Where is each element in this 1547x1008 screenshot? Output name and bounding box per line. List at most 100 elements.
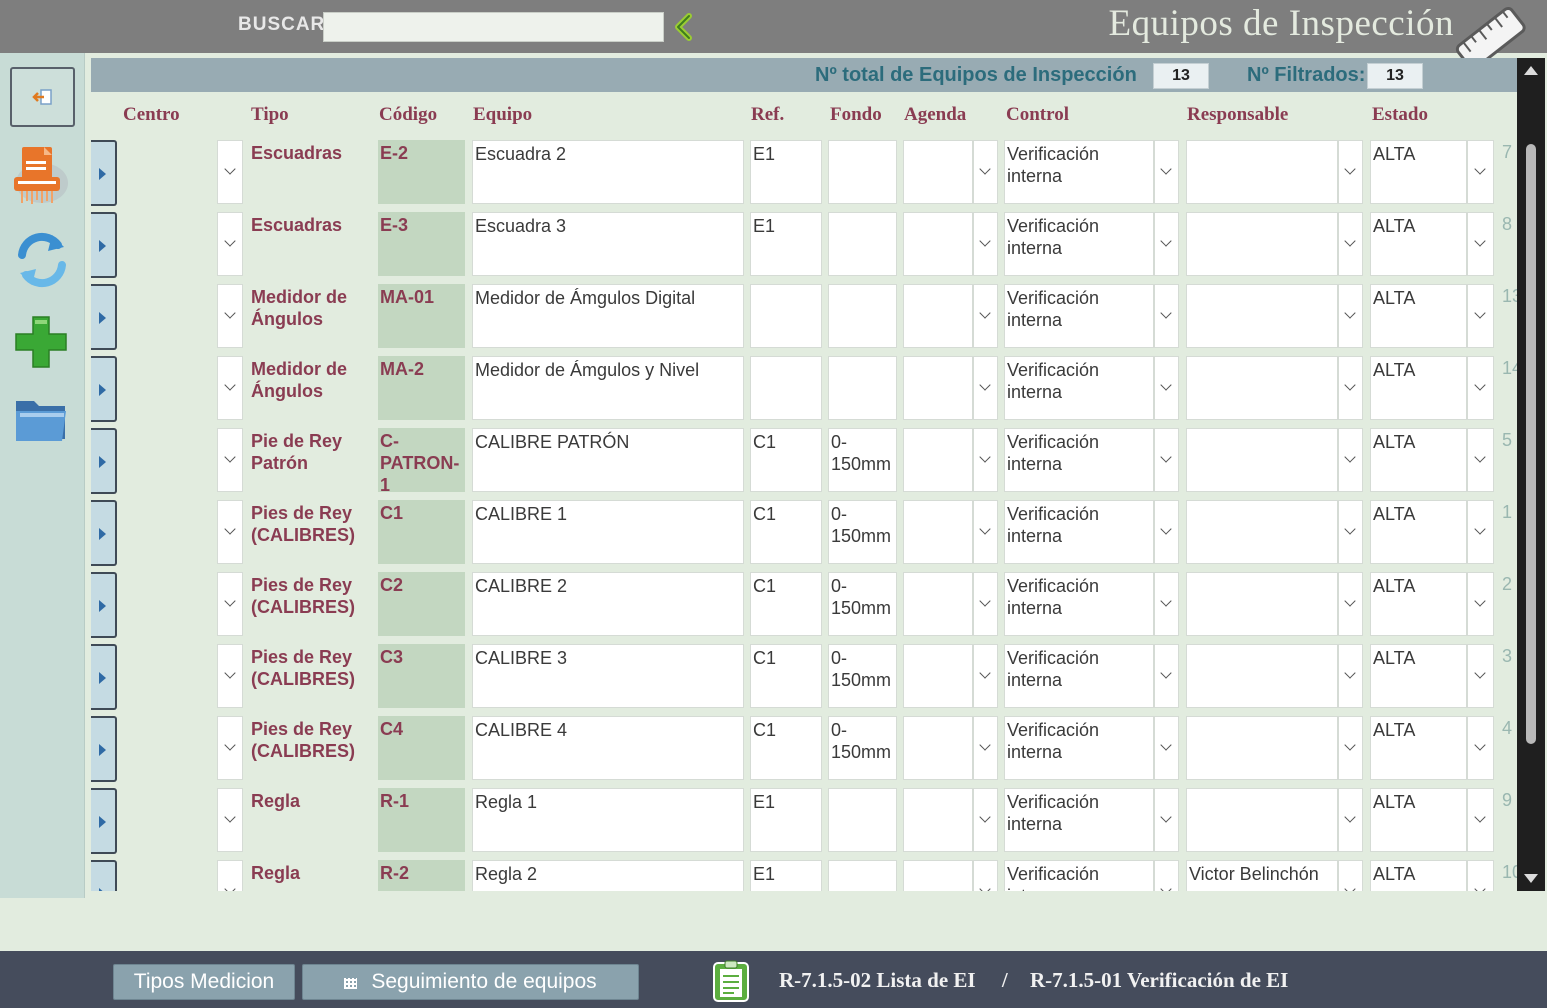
tipo-select[interactable] xyxy=(217,140,243,204)
estado-select[interactable] xyxy=(1467,140,1494,204)
estado-field[interactable]: ALTA xyxy=(1370,788,1467,852)
estado-field[interactable]: ALTA xyxy=(1370,860,1467,891)
responsable-field[interactable] xyxy=(1186,212,1338,276)
estado-field[interactable]: ALTA xyxy=(1370,140,1467,204)
agenda-field[interactable] xyxy=(903,716,973,780)
column-header-responsable[interactable]: Responsable xyxy=(1187,104,1288,126)
tipos-medicion-button[interactable]: Tipos Medicion xyxy=(113,964,295,1000)
agenda-select[interactable] xyxy=(973,644,998,708)
tipo-select[interactable] xyxy=(217,860,243,891)
agenda-field[interactable] xyxy=(903,356,973,420)
responsable-select[interactable] xyxy=(1338,788,1363,852)
control-select[interactable] xyxy=(1154,500,1179,564)
agenda-select[interactable] xyxy=(973,860,998,891)
row-expand-button[interactable] xyxy=(91,500,117,566)
add-icon[interactable] xyxy=(12,313,70,371)
fondo-field[interactable] xyxy=(828,788,897,852)
fondo-field[interactable] xyxy=(828,212,897,276)
agenda-select[interactable] xyxy=(973,212,998,276)
row-expand-button[interactable] xyxy=(91,212,117,278)
agenda-field[interactable] xyxy=(903,860,973,891)
equipo-field[interactable]: Escuadra 2 xyxy=(472,140,744,204)
responsable-field[interactable] xyxy=(1186,500,1338,564)
fondo-field[interactable]: 0-150mm xyxy=(828,428,897,492)
control-field[interactable]: Verificación interna xyxy=(1004,788,1154,852)
control-field[interactable]: Verificación interna xyxy=(1004,572,1154,636)
vertical-scrollbar[interactable] xyxy=(1517,58,1545,891)
control-field[interactable]: Verificación interna xyxy=(1004,716,1154,780)
equipo-field[interactable]: CALIBRE 3 xyxy=(472,644,744,708)
estado-select[interactable] xyxy=(1467,284,1494,348)
ref-field[interactable]: C1 xyxy=(750,428,822,492)
tipo-select[interactable] xyxy=(217,644,243,708)
ref-field[interactable]: C1 xyxy=(750,572,822,636)
control-field[interactable]: Verificación interna xyxy=(1004,140,1154,204)
tipo-select[interactable] xyxy=(217,500,243,564)
agenda-select[interactable] xyxy=(973,140,998,204)
equipo-field[interactable]: CALIBRE PATRÓN xyxy=(472,428,744,492)
responsable-field[interactable] xyxy=(1186,644,1338,708)
scroll-up-arrow[interactable] xyxy=(1524,66,1538,75)
agenda-field[interactable] xyxy=(903,500,973,564)
control-field[interactable]: Verificación interna xyxy=(1004,356,1154,420)
column-header-ref[interactable]: Ref. xyxy=(751,104,784,126)
ref-field[interactable]: E1 xyxy=(750,788,822,852)
fondo-field[interactable]: 0-150mm xyxy=(828,716,897,780)
agenda-select[interactable] xyxy=(973,788,998,852)
search-input[interactable] xyxy=(323,12,664,42)
tipo-select[interactable] xyxy=(217,788,243,852)
doc-link-lista[interactable]: R-7.1.5-02 Lista de EI xyxy=(779,968,976,992)
equipo-field[interactable]: CALIBRE 1 xyxy=(472,500,744,564)
estado-field[interactable]: ALTA xyxy=(1370,428,1467,492)
column-header-estado[interactable]: Estado xyxy=(1372,104,1428,126)
estado-select[interactable] xyxy=(1467,212,1494,276)
control-field[interactable]: Verificación interna xyxy=(1004,500,1154,564)
control-select[interactable] xyxy=(1154,644,1179,708)
scroll-down-arrow[interactable] xyxy=(1524,874,1538,883)
fondo-field[interactable] xyxy=(828,140,897,204)
refresh-icon[interactable] xyxy=(12,229,72,291)
estado-select[interactable] xyxy=(1467,500,1494,564)
agenda-select[interactable] xyxy=(973,572,998,636)
responsable-field[interactable] xyxy=(1186,140,1338,204)
estado-select[interactable] xyxy=(1467,788,1494,852)
control-select[interactable] xyxy=(1154,356,1179,420)
control-select[interactable] xyxy=(1154,860,1179,891)
estado-select[interactable] xyxy=(1467,356,1494,420)
column-header-equipo[interactable]: Equipo xyxy=(473,104,532,126)
equipo-field[interactable]: Medidor de Ámgulos Digital xyxy=(472,284,744,348)
row-expand-button[interactable] xyxy=(91,644,117,710)
control-select[interactable] xyxy=(1154,428,1179,492)
row-expand-button[interactable] xyxy=(91,140,117,206)
control-select[interactable] xyxy=(1154,140,1179,204)
control-field[interactable]: Verificación interna xyxy=(1004,644,1154,708)
responsable-select[interactable] xyxy=(1338,500,1363,564)
ref-field[interactable]: C1 xyxy=(750,644,822,708)
responsable-select[interactable] xyxy=(1338,860,1363,891)
fondo-field[interactable] xyxy=(828,284,897,348)
column-header-fondo[interactable]: Fondo xyxy=(830,104,882,126)
estado-field[interactable]: ALTA xyxy=(1370,212,1467,276)
responsable-field[interactable] xyxy=(1186,284,1338,348)
agenda-field[interactable] xyxy=(903,212,973,276)
responsable-field[interactable] xyxy=(1186,788,1338,852)
tipo-select[interactable] xyxy=(217,428,243,492)
row-expand-button[interactable] xyxy=(91,428,117,494)
chevron-left-icon[interactable] xyxy=(672,13,696,41)
responsable-select[interactable] xyxy=(1338,140,1363,204)
pdf-shred-icon[interactable] xyxy=(8,143,72,207)
column-header-tipo[interactable]: Tipo xyxy=(251,104,289,126)
control-select[interactable] xyxy=(1154,788,1179,852)
responsable-select[interactable] xyxy=(1338,428,1363,492)
ref-field[interactable] xyxy=(750,356,822,420)
clipboard-icon[interactable] xyxy=(712,959,750,1003)
fondo-field[interactable]: 0-150mm xyxy=(828,500,897,564)
control-field[interactable]: Verificación interna xyxy=(1004,428,1154,492)
responsable-field[interactable] xyxy=(1186,572,1338,636)
exit-button[interactable] xyxy=(10,67,75,127)
estado-select[interactable] xyxy=(1467,716,1494,780)
responsable-select[interactable] xyxy=(1338,572,1363,636)
responsable-select[interactable] xyxy=(1338,716,1363,780)
seguimiento-button[interactable]: Seguimiento de equipos xyxy=(302,964,639,1000)
row-expand-button[interactable] xyxy=(91,356,117,422)
